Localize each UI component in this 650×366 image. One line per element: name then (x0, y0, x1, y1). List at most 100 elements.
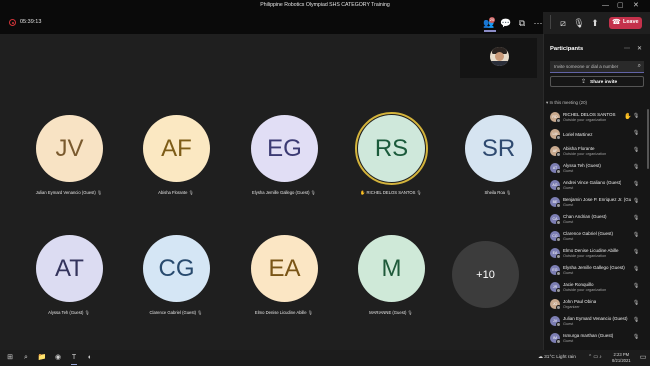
minimize-button[interactable]: — (602, 2, 609, 10)
participant-row[interactable]: LM Loriel Martinez 🎙 (544, 126, 650, 143)
tile-name: Julian Eymard Venancio (Guest) (35, 190, 96, 195)
invite-input[interactable]: Invite someone or dial a number ⌕ (550, 61, 644, 73)
participant-row[interactable]: RD RICHEL DELOS SANTOS Outside your organi… (544, 109, 650, 126)
muted-mic-icon: 🎙 (415, 190, 422, 195)
participant-list: RD RICHEL DELOS SANTOS Outside your organi… (544, 109, 650, 364)
tile-name: Elysha Jemille Gallego (Guest) (252, 190, 310, 195)
participants-active-indicator (484, 30, 496, 32)
weather-icon: ☁ (538, 355, 543, 360)
participant-role: Guest (563, 168, 574, 173)
search-icon: ⌕ (637, 63, 641, 69)
video-tile[interactable]: EA Elmo Denise Licudine Abille 🎙 (234, 235, 334, 345)
camera-off-icon[interactable]: ⧄ (557, 17, 569, 29)
teams-icon[interactable]: T (69, 353, 79, 365)
muted-mic-icon[interactable]: 🎙 (633, 266, 639, 272)
participant-name: John Paul Obina (563, 298, 597, 304)
rooms-icon[interactable]: ⧉ (516, 17, 528, 29)
share-tray-icon[interactable]: ⬆ (589, 17, 601, 29)
leave-button[interactable]: ☎ Leave (609, 17, 642, 29)
muted-mic-icon[interactable]: 🎙 (633, 181, 639, 187)
participant-avatar: RD (550, 112, 561, 123)
participant-row[interactable]: AF Abisha Florante Outside your organizati… (544, 143, 650, 160)
panel-more-icon[interactable]: ⋯ (624, 45, 630, 52)
muted-mic-icon[interactable]: 🎙 (633, 130, 639, 136)
weather-text[interactable]: ☁ 31°C Light rain (538, 355, 576, 360)
notifications-icon[interactable]: ▭ (638, 353, 648, 363)
muted-mic-icon[interactable]: 🎙 (633, 317, 639, 323)
muted-mic-icon[interactable]: 🎙 (633, 283, 639, 289)
more-participants-button[interactable]: +10 (452, 241, 519, 308)
tile-name-row: MARIANNE (Guest) 🎙 (341, 310, 441, 316)
video-tile[interactable]: EG Elysha Jemille Gallego (Guest) 🎙 (234, 115, 334, 225)
tile-name-row: Abisha Florante 🎙 (126, 190, 226, 196)
video-tile[interactable]: JV Julian Eymard Venancio (Guest) 🎙 (19, 115, 119, 225)
muted-mic-icon[interactable]: 🎙 (633, 249, 639, 255)
in-meeting-header[interactable]: ▾ In this meeting (20) (546, 100, 587, 106)
meeting-toolbar: 05:39:13 (0, 12, 543, 34)
participant-avatar: JR (550, 282, 561, 293)
avatar-initials: EA (251, 235, 318, 302)
meeting-timer: 05:39:13 (20, 19, 42, 25)
panel-scrollbar[interactable] (647, 109, 649, 169)
video-tile[interactable]: SR Sheila Roa 🎙 (448, 115, 548, 225)
chat-icon[interactable]: 💬 (500, 17, 512, 29)
video-tile[interactable]: AT Alyssa Teh (Guest) 🎙 (19, 235, 119, 345)
muted-mic-icon[interactable]: 🎙 (633, 113, 639, 119)
muted-mic-icon: 🎙 (196, 310, 203, 315)
muted-mic-icon[interactable]: 🎙 (633, 198, 639, 204)
avatar-initials: AT (36, 235, 103, 302)
muted-mic-icon[interactable]: 🎙 (633, 232, 639, 238)
video-tile[interactable]: M MARIANNE (Guest) 🎙 (341, 235, 441, 345)
tile-name-row: Sheila Roa 🎙 (448, 190, 548, 196)
edge-icon[interactable]: ◐ (85, 353, 95, 363)
mic-icon[interactable]: 🎙 (573, 17, 585, 29)
close-window-button[interactable]: ✕ (633, 2, 639, 10)
avatar-initials: AF (143, 115, 210, 182)
clock[interactable]: 2:23 PM 8/21/2021 (612, 352, 631, 364)
active-speaker-ring (355, 112, 428, 185)
title-bar: Philippine Robotics Olympiad SHS CATEGOR… (0, 0, 650, 12)
muted-mic-icon[interactable]: 🎙 (633, 300, 639, 306)
muted-mic-icon[interactable]: 🎙 (633, 147, 639, 153)
participant-name: Andrei Vince Galiano (Guest) (563, 179, 622, 185)
participant-row[interactable]: BEBenjamin Jose P. Enriquez Jr. (Guest)G… (544, 194, 650, 211)
participant-name: Abisha Florante (563, 145, 595, 151)
file-explorer-icon[interactable]: 📁 (37, 353, 47, 363)
participant-role: Outside your organization (563, 117, 607, 122)
tray-icons[interactable]: ⌃ ▭ ♪ (588, 355, 602, 360)
video-tile[interactable]: AF Abisha Florante 🎙 (126, 115, 226, 225)
start-icon[interactable]: ⊞ (5, 353, 15, 363)
participant-row[interactable]: JV Julian Eymard Venancio (Guest) Guest 🎙 (544, 313, 650, 330)
invite-placeholder: Invite someone or dial a number (554, 64, 619, 69)
muted-mic-icon[interactable]: 🎙 (633, 215, 639, 221)
participant-row[interactable]: CA Chan Andrian (Guest) Guest 🎙 (544, 211, 650, 228)
avatar-initials: CG (143, 235, 210, 302)
tile-name: Abisha Florante (158, 190, 188, 195)
avatar-initials: SR (465, 115, 532, 182)
restore-button[interactable]: ▢ (617, 2, 624, 10)
chrome-icon[interactable]: ◉ (53, 353, 63, 363)
muted-mic-icon: 🎙 (306, 310, 314, 315)
participant-avatar: BE (550, 197, 561, 208)
participant-role: Guest (563, 219, 574, 224)
participant-row[interactable]: AT Alyssa Teh (Guest) Guest 🎙 (544, 160, 650, 177)
more-options-icon[interactable]: ⋯ (532, 17, 544, 29)
participant-row[interactable]: IM Ismurga marthan (Guest) Guest 🎙 (544, 330, 650, 347)
muted-mic-icon[interactable]: 🎙 (633, 164, 639, 170)
tile-name-row: ✋ RICHEL DELOS SANTOS 🎙 (341, 190, 441, 196)
tile-name-row: Alyssa Teh (Guest) 🎙 (19, 310, 119, 316)
participant-avatar: EG (550, 265, 561, 276)
video-tile[interactable]: CG Clarence Gabriel (Guest) 🎙 (126, 235, 226, 345)
participant-name: Elysha Jemille Gallego (Guest) (563, 264, 625, 270)
participant-row[interactable]: JO John Paul Obina Organizer 🎙 (544, 296, 650, 313)
panel-close-icon[interactable]: ✕ (637, 45, 642, 52)
participant-row[interactable]: AG Andrei Vince Galiano (Guest) Guest 🎙 (544, 177, 650, 194)
muted-mic-icon[interactable]: 🎙 (633, 334, 639, 340)
avatar-initials: M (358, 235, 425, 302)
search-taskbar-icon[interactable]: ⌕ (21, 353, 31, 363)
participant-row[interactable]: JR Jacie Ronquillo Outside your organizati… (544, 279, 650, 296)
participant-row[interactable]: EG Elysha Jemille Gallego (Guest) Guest 🎙 (544, 262, 650, 279)
participant-row[interactable]: CG Clarence Gabriel (Guest) Guest 🎙 (544, 228, 650, 245)
participant-row[interactable]: EA Elmo Denise Licudine Abille Outside you… (544, 245, 650, 262)
share-invite-button[interactable]: ⇪ Share invite (550, 76, 644, 87)
